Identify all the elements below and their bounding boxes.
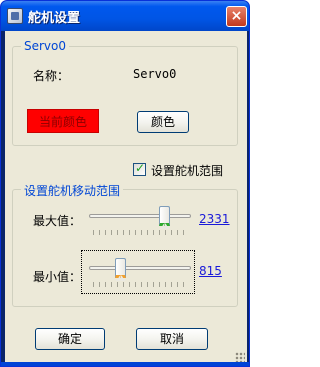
name-label: 名称： bbox=[33, 69, 70, 83]
color-button-label: 颜色 bbox=[150, 115, 175, 129]
range-checkbox[interactable]: ✓ bbox=[133, 161, 146, 176]
max-value[interactable]: 2331 bbox=[199, 212, 230, 226]
ok-button[interactable]: 确定 bbox=[35, 328, 105, 350]
dialog-body: Servo0 名称： Servo0 当前颜色 颜色 ✓ 设置舵机范围 设置舵机移… bbox=[5, 31, 247, 364]
min-slider-thumb[interactable] bbox=[115, 258, 126, 281]
cancel-button[interactable]: 取消 bbox=[136, 328, 208, 350]
ok-button-label: 确定 bbox=[57, 332, 82, 346]
max-label: 最大值： bbox=[33, 214, 82, 228]
current-color-swatch: 当前颜色 bbox=[27, 109, 99, 133]
close-button[interactable]: × bbox=[226, 6, 247, 27]
max-slider-ticks bbox=[93, 230, 189, 235]
servo-settings-window: 舵机设置 × Servo0 名称： Servo0 当前颜色 颜色 ✓ 设置舵机范… bbox=[0, 0, 250, 367]
servo-groupbox: Servo0 名称： Servo0 当前颜色 颜色 bbox=[12, 39, 238, 146]
name-value: Servo0 bbox=[133, 67, 177, 81]
color-button[interactable]: 颜色 bbox=[137, 111, 189, 133]
window-frame-bottom bbox=[1, 362, 249, 366]
window-title: 舵机设置 bbox=[28, 11, 81, 26]
min-value[interactable]: 815 bbox=[199, 264, 222, 278]
checkmark-icon: ✓ bbox=[135, 161, 146, 175]
max-slider-thumb[interactable] bbox=[159, 206, 170, 229]
min-slider[interactable] bbox=[89, 254, 193, 288]
cancel-button-label: 取消 bbox=[159, 332, 184, 346]
min-slider-track bbox=[89, 266, 191, 270]
app-icon bbox=[7, 8, 23, 24]
range-checkbox-row[interactable]: ✓ 设置舵机范围 bbox=[133, 161, 243, 178]
range-group-label: 设置舵机移动范围 bbox=[21, 182, 124, 199]
current-color-label: 当前颜色 bbox=[38, 115, 87, 129]
min-label: 最小值： bbox=[33, 270, 82, 284]
max-slider[interactable] bbox=[89, 202, 193, 236]
resize-grip[interactable] bbox=[235, 352, 245, 362]
servo-group-label: Servo0 bbox=[21, 39, 70, 53]
max-slider-track bbox=[89, 214, 191, 218]
min-slider-ticks bbox=[93, 282, 189, 287]
close-icon: × bbox=[230, 8, 243, 24]
range-groupbox: 设置舵机移动范围 最大值： 2331 最小值： 815 bbox=[12, 182, 238, 307]
title-bar[interactable]: 舵机设置 × bbox=[1, 1, 249, 31]
range-checkbox-label: 设置舵机范围 bbox=[151, 164, 224, 178]
